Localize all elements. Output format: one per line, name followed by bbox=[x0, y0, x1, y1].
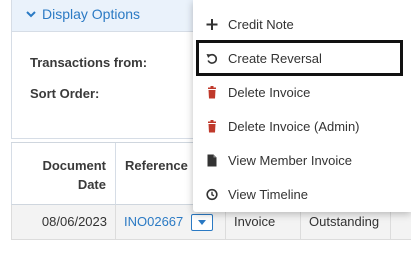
chevron-down-icon bbox=[26, 11, 36, 18]
clock-icon bbox=[206, 188, 218, 201]
trash-icon bbox=[208, 120, 216, 133]
menu-item-view-member-invoice[interactable]: View Member Invoice bbox=[193, 144, 411, 178]
trash-icon bbox=[208, 86, 216, 99]
menu-item-label: Delete Invoice bbox=[228, 85, 311, 100]
transactions-from-label: Transactions from: bbox=[30, 55, 148, 70]
menu-item-label: Create Reversal bbox=[228, 51, 322, 66]
menu-item-delete-invoice-admin[interactable]: Delete Invoice (Admin) bbox=[193, 110, 411, 144]
reference-link[interactable]: INO02667 bbox=[124, 214, 183, 229]
column-header-document-date-line1: Document bbox=[42, 158, 106, 173]
column-header-reference-label: Reference bbox=[125, 158, 188, 173]
document-icon bbox=[207, 154, 217, 167]
menu-item-create-reversal[interactable]: Create Reversal bbox=[193, 42, 411, 76]
sort-order-label: Sort Order: bbox=[30, 86, 100, 101]
menu-item-delete-invoice[interactable]: Delete Invoice bbox=[193, 76, 411, 110]
column-header-document-date[interactable]: Document Date bbox=[11, 143, 116, 205]
caret-down-icon bbox=[198, 220, 206, 225]
plus-icon bbox=[206, 19, 218, 30]
column-header-document-date-line2: Date bbox=[77, 177, 106, 192]
menu-item-label: Delete Invoice (Admin) bbox=[228, 119, 360, 134]
undo-icon bbox=[206, 53, 218, 64]
row-actions-dropdown-button[interactable] bbox=[191, 214, 213, 231]
menu-item-label: View Timeline bbox=[228, 187, 308, 202]
menu-item-view-timeline[interactable]: View Timeline bbox=[193, 178, 411, 212]
menu-item-credit-note[interactable]: Credit Note bbox=[193, 8, 411, 42]
row-actions-menu: Credit Note Create Reversal Delete Invoi… bbox=[193, 0, 411, 212]
display-options-title: Display Options bbox=[42, 6, 141, 22]
cell-document-date: 08/06/2023 bbox=[11, 205, 116, 239]
menu-item-label: Credit Note bbox=[228, 17, 294, 32]
menu-item-label: View Member Invoice bbox=[228, 153, 353, 168]
